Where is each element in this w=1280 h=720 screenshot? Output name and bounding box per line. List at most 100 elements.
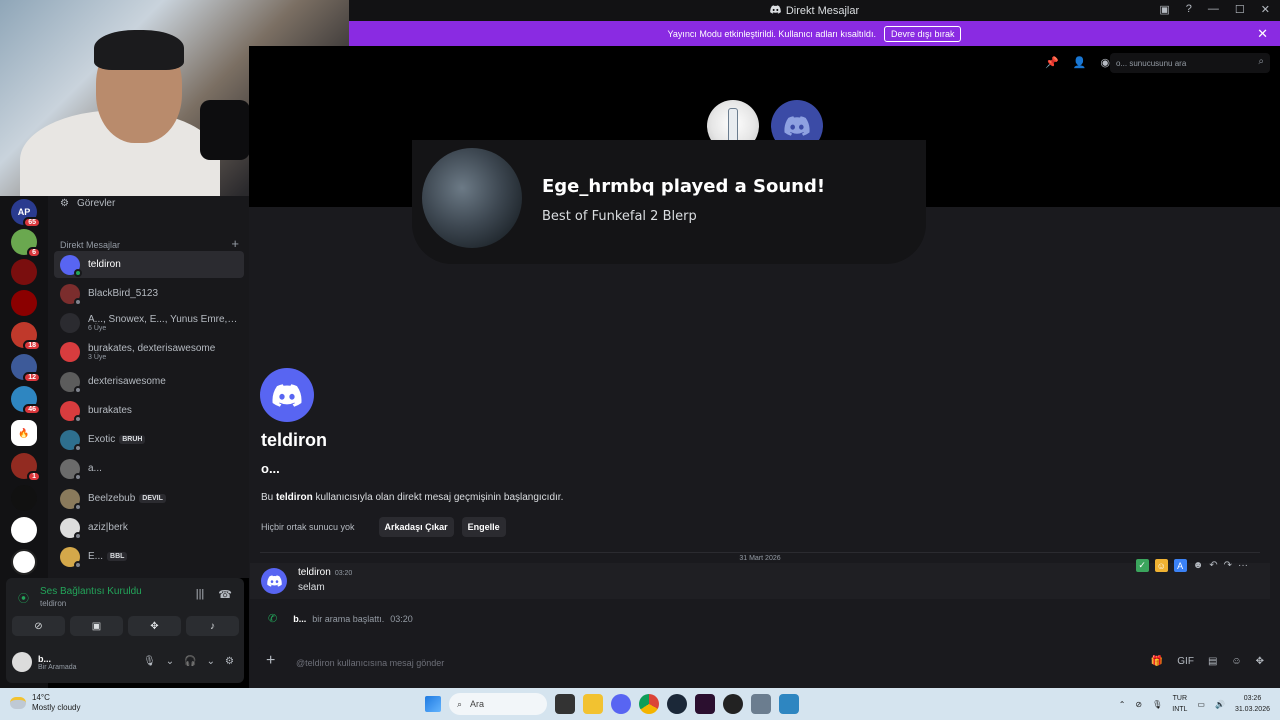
app-icon[interactable]	[779, 694, 799, 714]
chevron-up-icon[interactable]: ⌃	[1119, 700, 1126, 709]
dm-item[interactable]: A..., Snowex, E..., Yunus Emre, b... 6 Üy…	[54, 309, 244, 336]
search-placeholder: o... sunucusunu ara	[1116, 58, 1187, 68]
app-icon[interactable]	[695, 694, 715, 714]
lang-secondary: INTL	[1172, 706, 1188, 713]
remove-friend-button[interactable]: Arkadaşı Çıkar	[378, 517, 454, 537]
task-view-icon[interactable]	[555, 694, 575, 714]
server-icon[interactable]	[11, 549, 37, 575]
language-indicator[interactable]: TUR INTL	[1172, 693, 1187, 715]
user-panel[interactable]: b... Bir Aramada	[12, 652, 77, 672]
minimize-button[interactable]: —	[1208, 3, 1219, 16]
a-reaction-icon[interactable]: A	[1173, 559, 1187, 572]
clock[interactable]: 03:26 31.03.2026	[1235, 693, 1270, 715]
caller-name[interactable]: b...	[293, 614, 306, 624]
maximize-button[interactable]: ☐	[1235, 3, 1245, 16]
more-icon[interactable]: ···	[1238, 560, 1248, 571]
windows-start-icon[interactable]	[425, 696, 441, 712]
taskbar-search[interactable]: ⌕ Ara	[449, 693, 547, 715]
fire-server-icon[interactable]: 🔥	[11, 420, 37, 446]
status-tag: BBL	[107, 552, 128, 561]
message-row[interactable]: teldiron 03:20 selam ✓ ☺ A ☻ ↶ ↷ ···	[250, 559, 1270, 599]
gif-icon[interactable]: GIF	[1177, 656, 1194, 667]
camera-off-button[interactable]: ⊘	[12, 616, 65, 636]
message-input[interactable]	[296, 655, 1056, 671]
network-icon[interactable]: ⊘	[1135, 700, 1142, 709]
dm-item[interactable]: Exotic BRUH	[54, 426, 244, 453]
dm-name: teldiron	[88, 259, 121, 270]
headphones-icon[interactable]: 🎧	[184, 656, 196, 667]
dm-item[interactable]: a...	[54, 455, 244, 482]
forward-icon[interactable]: ↷	[1224, 560, 1232, 571]
server-icon[interactable]	[11, 259, 37, 285]
inbox-icon[interactable]: ▣	[1159, 3, 1169, 16]
status-indicator	[74, 268, 82, 277]
disconnect-icon[interactable]: ☎	[218, 588, 232, 601]
new-dm-plus-icon[interactable]: +	[231, 236, 239, 251]
clock-time: 03:26	[1243, 695, 1262, 702]
avatar[interactable]	[261, 568, 287, 594]
dm-item[interactable]: aziz|berk	[54, 514, 244, 541]
screen-share-button[interactable]: ▣	[70, 616, 123, 636]
server-icon[interactable]	[11, 290, 37, 316]
chrome-icon[interactable]	[639, 694, 659, 714]
emoji-icon[interactable]: ☺	[1231, 656, 1241, 667]
dm-item[interactable]: BlackBird_5123	[54, 280, 244, 307]
dm-item[interactable]: burakates, dexterisawesome 3 Üye	[54, 338, 244, 365]
steam-icon[interactable]	[667, 694, 687, 714]
noise-suppression-icon[interactable]: |||	[196, 588, 205, 601]
window-titlebar: Direkt Mesajlar ▣ ? — ☐ ✕	[349, 0, 1280, 21]
file-explorer-icon[interactable]	[583, 694, 603, 714]
message-author[interactable]: teldiron	[298, 567, 331, 578]
dm-name: a...	[88, 463, 102, 474]
block-button[interactable]: Engelle	[461, 517, 506, 537]
sticker-icon[interactable]: ▤	[1208, 656, 1217, 667]
weather-widget[interactable]: 14°C Mostly cloudy	[10, 693, 80, 713]
add-reaction-icon[interactable]: ☻	[1193, 560, 1204, 571]
dm-item[interactable]: dexterisawesome	[54, 368, 244, 395]
discord-app-icon[interactable]	[611, 694, 631, 714]
check-reaction-icon[interactable]: ✓	[1135, 559, 1149, 572]
voice-panel: ⦿ Ses Bağlantısı Kuruldu teldiron ||| ☎ ⊘…	[6, 578, 244, 683]
server-icon[interactable]: 46	[11, 386, 41, 415]
dm-item[interactable]: burakates	[54, 397, 244, 424]
app-icon[interactable]	[723, 694, 743, 714]
sound-name: Best of Funkefal 2 Blerp	[542, 209, 697, 224]
settings-gear-icon[interactable]: ⚙	[225, 656, 234, 667]
search-input[interactable]: o... sunucusunu ara ⌕	[1110, 53, 1270, 73]
add-friend-icon[interactable]: 👤	[1073, 56, 1087, 69]
signal-icon[interactable]: ⦿	[18, 590, 29, 606]
close-window-button[interactable]: ✕	[1261, 3, 1270, 16]
display-icon[interactable]: ▭	[1197, 700, 1205, 709]
voice-status[interactable]: Ses Bağlantısı Kuruldu	[40, 586, 142, 597]
close-icon[interactable]: ✕	[1257, 26, 1268, 42]
reply-icon[interactable]: ↶	[1209, 560, 1217, 571]
server-icon[interactable]	[11, 517, 37, 543]
volume-icon[interactable]: 🔊	[1215, 700, 1225, 709]
dm-item[interactable]: teldiron	[54, 251, 244, 278]
dm-item[interactable]: E... BBL	[54, 543, 244, 570]
server-icon[interactable]: AP 65	[11, 199, 41, 228]
pin-icon[interactable]: 📌	[1045, 56, 1059, 69]
server-icon[interactable]: 1	[11, 453, 41, 482]
attach-plus-icon[interactable]: +	[266, 652, 275, 670]
call-log-time: 03:20	[390, 613, 413, 624]
chevron-down-icon[interactable]: ⌄	[166, 656, 174, 667]
microphone-icon[interactable]: 🎙	[143, 656, 156, 667]
server-icon[interactable]	[11, 485, 37, 511]
activities-button[interactable]: ✥	[128, 616, 181, 636]
tasks-link[interactable]: ⚙ Görevler	[60, 198, 115, 209]
disable-streamer-mode-button[interactable]: Devre dışı bırak	[883, 25, 962, 42]
dm-item[interactable]: Beelzebub DEVIL	[54, 485, 244, 512]
microphone-icon[interactable]: 🎙	[1152, 700, 1162, 709]
profile-icon[interactable]: ◉	[1100, 56, 1110, 69]
server-icon[interactable]: 18	[11, 322, 41, 351]
settings-gear-icon[interactable]	[751, 694, 771, 714]
help-icon[interactable]: ?	[1186, 3, 1192, 16]
server-icon[interactable]: 6	[11, 229, 41, 258]
soundboard-button[interactable]: ♪	[186, 616, 239, 636]
chevron-down-icon[interactable]: ⌄	[207, 656, 215, 667]
server-icon[interactable]: 12	[11, 354, 41, 383]
apps-icon[interactable]: ✥	[1256, 656, 1264, 667]
laugh-reaction-icon[interactable]: ☺	[1154, 559, 1168, 572]
gift-icon[interactable]: 🎁	[1151, 656, 1163, 667]
